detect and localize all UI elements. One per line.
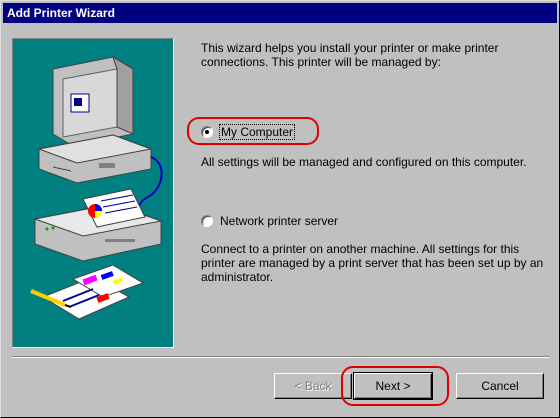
network-printer-server-radio[interactable]: Network printer server (201, 214, 338, 228)
network-printer-server-label[interactable]: Network printer server (220, 214, 338, 228)
annotation-circle-my-computer (187, 117, 319, 145)
radio-button-unselected[interactable] (201, 215, 213, 227)
my-computer-description: All settings will be managed and configu… (201, 155, 527, 169)
printer-computer-illustration (30, 55, 163, 320)
divider (12, 356, 550, 358)
add-printer-wizard-window: Add Printer Wizard This wizard helps you… (0, 0, 560, 418)
window-title: Add Printer Wizard (3, 3, 557, 23)
annotation-circle-next (341, 366, 449, 406)
network-printer-server-description: Connect to a printer on another machine.… (201, 242, 544, 284)
cancel-button[interactable]: Cancel (456, 373, 544, 399)
wizard-illustration (12, 38, 174, 348)
intro-text: This wizard helps you install your print… (201, 41, 499, 69)
